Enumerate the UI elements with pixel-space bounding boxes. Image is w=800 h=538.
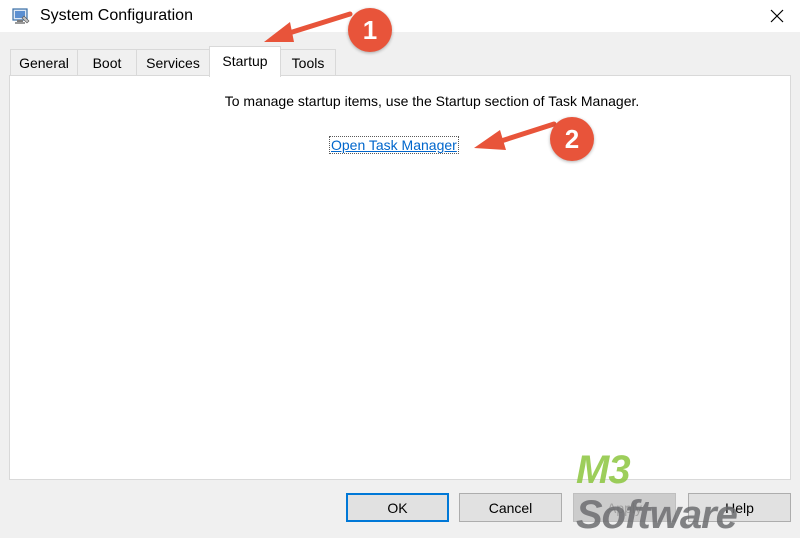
close-icon <box>770 9 784 23</box>
annotation-badge-2: 2 <box>550 117 594 161</box>
m3-software-watermark: M3 Software <box>576 448 800 538</box>
startup-info-text: To manage startup items, use the Startup… <box>224 93 640 109</box>
startup-tab-panel: To manage startup items, use the Startup… <box>9 75 791 480</box>
annotation-arrow-2 <box>474 121 557 150</box>
close-button[interactable] <box>754 0 800 32</box>
tab-services[interactable]: Services <box>136 49 210 76</box>
tab-startup[interactable]: Startup <box>209 46 281 77</box>
annotation-arrow-1 <box>264 11 353 42</box>
cancel-button[interactable]: Cancel <box>459 493 562 522</box>
watermark-brand-a: M3 <box>576 448 631 492</box>
tab-boot[interactable]: Boot <box>77 49 137 76</box>
window-title: System Configuration <box>40 7 193 24</box>
ok-button[interactable]: OK <box>346 493 449 522</box>
msconfig-icon <box>12 8 30 24</box>
title-bar: System Configuration <box>0 0 800 32</box>
tab-tools[interactable]: Tools <box>280 49 336 76</box>
tab-general[interactable]: General <box>10 49 78 76</box>
annotation-badge-1: 1 <box>348 8 392 52</box>
watermark-brand-b: Software <box>576 493 738 537</box>
open-task-manager-link[interactable]: Open Task Manager <box>329 136 459 154</box>
